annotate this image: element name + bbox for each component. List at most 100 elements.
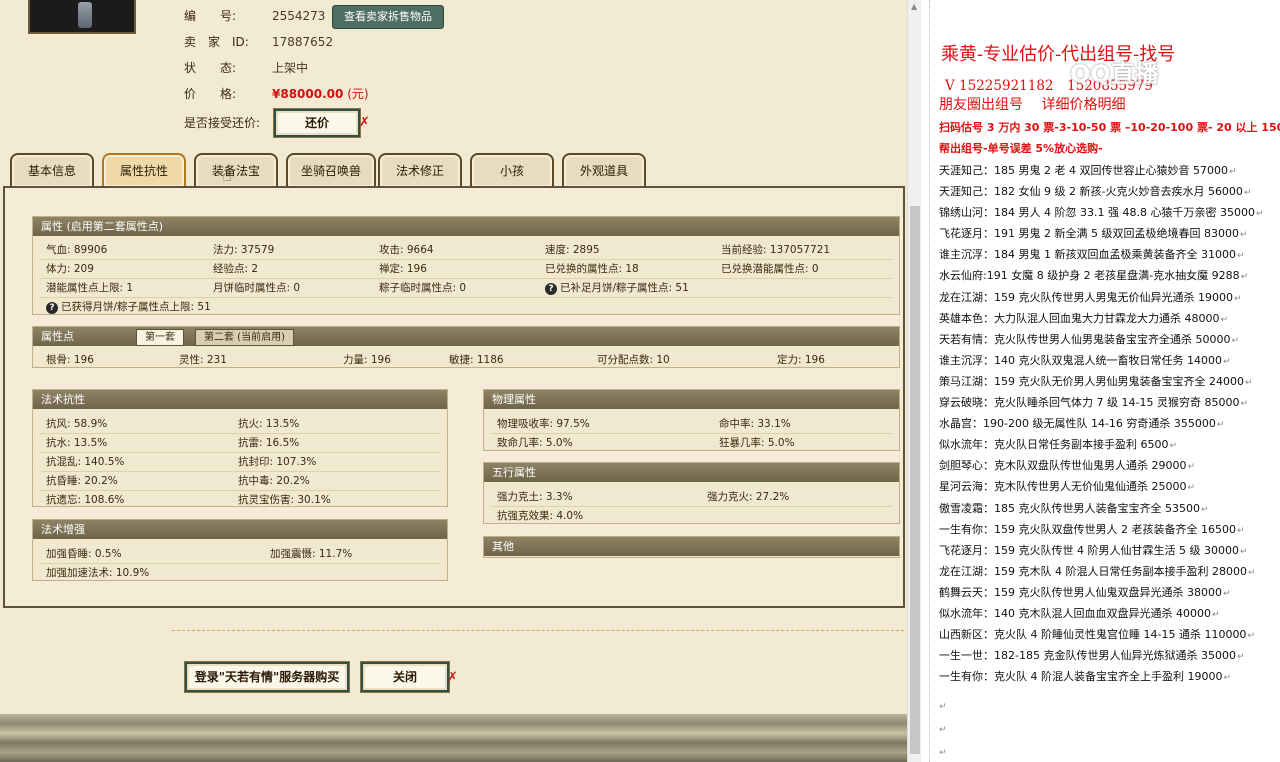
other-header: 其他 [484, 537, 899, 556]
points-spirit: 灵性: 231 [179, 354, 227, 366]
list-item: 天涯知己：185 男鬼 2 老 4 双回传世容止心猿妙音 57000↵ [939, 160, 1264, 181]
attributes-header: 属性 (启用第二套属性点) [33, 217, 899, 236]
help-icon[interactable]: ? [46, 302, 58, 314]
elem-vs-earth: 强力克土: 3.3% [497, 491, 573, 503]
divider [490, 433, 893, 434]
elements-group: 五行属性 强力克土: 3.3% 强力克火: 27.2% 抗强克效果: 4.0% [483, 462, 900, 524]
list-item: 似水流年：克火队日常任务副本接手盈利 6500↵ [939, 434, 1264, 455]
paragraph-mark-icon: ↵ [1244, 377, 1253, 388]
enhance-deter: 加强震慑: 11.7% [270, 548, 353, 560]
help-icon[interactable]: ? [545, 283, 557, 295]
seller-number-value: 2554273 [272, 9, 326, 23]
list-item: 穿云破晓：克火队睡杀回气体力 7 级 14-15 灵猴穷奇 85000↵ [939, 392, 1264, 413]
paragraph-mark-icon: ↵ [1247, 631, 1255, 642]
price-value: ¥88000.00 [272, 87, 344, 101]
status-value: 上架中 [272, 61, 309, 75]
scroll-up-arrow-icon[interactable]: ▲ [911, 2, 917, 11]
status-label: 状 态: [184, 61, 237, 75]
doc-promo-line-1: 扫码估号 3 万内 30 票-3-10-50 票 –10-20-100 票- 2… [939, 121, 1280, 134]
list-item-text: 一生一世：182-185 克金队传世男人仙异光炼狱通杀 35000 [939, 649, 1236, 663]
paragraph-mark-icon: ↵ [1236, 525, 1245, 536]
paragraph-mark-icon: ↵ [1169, 441, 1178, 452]
other-group: 其他 [483, 536, 900, 558]
paragraph-mark-icon: ↵ [1216, 420, 1225, 431]
list-item-text: 傲雪凌霜：185 克火队传世男人装备宝宝齐全 53500 [939, 501, 1200, 515]
list-item: 谁主沉浮：184 男鬼 1 新孩双回血孟极乘黄装备齐全 31000↵ [939, 244, 1264, 265]
list-item-text: 穿云破晓：克火队睡杀回气体力 7 级 14-15 灵猴穷奇 85000 [939, 396, 1240, 410]
tab-attributes[interactable]: 属性抗性 [102, 153, 186, 187]
scrollbar-thumb[interactable] [910, 206, 920, 754]
attr-mp: 法力: 37579 [213, 244, 275, 256]
enhance-haste: 加强加速法术: 10.9% [46, 567, 150, 579]
list-item-text: 龙在江湖：159 克木队 4 阶混人日常任务副本接手盈利 28000 [939, 564, 1247, 578]
decorative-border [0, 714, 907, 762]
seller-id-value: 17887652 [272, 35, 334, 49]
resist-lingbao: 抗灵宝伤害: 30.1% [238, 494, 331, 506]
list-item-text: 一生有你：159 克火队双盘传世男人 2 老孩装备齐全 16500 [939, 522, 1236, 536]
bargain-button[interactable]: 还价 [273, 108, 361, 138]
paragraph-mark-icon: ↵ [1211, 609, 1220, 620]
character-avatar [28, 0, 136, 34]
paragraph-mark-icon: ↵ [1236, 251, 1245, 262]
paragraph-mark-icon: ↵ [1187, 462, 1196, 473]
list-item-text: 飞花逐月：159 克火队传世 4 阶男人仙甘霖生活 5 级 30000 [939, 543, 1239, 557]
document-margin-line [929, 0, 930, 762]
attributes-group: 属性 (启用第二套属性点) 气血: 89906 法力: 37579 攻击: 96… [32, 216, 900, 315]
attr-obtained-cap: ? 已获得月饼/粽子属性点上限: 51 [46, 299, 211, 314]
divider [490, 506, 893, 507]
price-label: 价 格: [184, 87, 237, 101]
divider [39, 259, 893, 260]
seller-id-row: 卖 家 ID: 17887652 [184, 32, 333, 52]
list-item: 鹤舞云天：159 克火队传世男人仙鬼双盘异光通杀 38000↵ [939, 582, 1264, 603]
list-item-text: 天涯知己：182 女仙 9 级 2 新孩-火克火妙音去疾水月 56000 [939, 185, 1243, 199]
tab-appearance[interactable]: 外观道具 [562, 153, 646, 187]
paragraph-mark-icon: ↵ [1239, 546, 1248, 557]
points-focus: 定力: 196 [777, 354, 825, 366]
resist-seal: 抗封印: 107.3% [238, 456, 317, 468]
resist-forget: 抗遗忘: 108.6% [46, 494, 125, 506]
attr-zen: 禅定: 196 [379, 263, 427, 275]
list-item: 山西新区：克火队 4 阶睡仙灵性鬼宫位睡 14-15 通杀 110000↵ [939, 624, 1264, 645]
paragraph-mark-icon: ↵ [1239, 230, 1248, 241]
paragraph-mark-icon: ↵ [939, 748, 947, 758]
view-seller-items-button[interactable]: 查看卖家拆售物品 [332, 5, 444, 29]
list-item-text: 飞花逐月：191 男鬼 2 新全满 5 级双回孟极绝境春回 83000 [939, 227, 1239, 241]
list-item: 飞花逐月：191 男鬼 2 新全满 5 级双回孟极绝境春回 83000↵ [939, 223, 1264, 244]
close-x-icon: ✗ [447, 670, 458, 685]
seller-number-row: 编 号: 2554273 [184, 6, 325, 26]
tab-mounts-pets[interactable]: 坐骑召唤兽 [286, 153, 376, 187]
physical-group: 物理属性 物理吸收率: 97.5% 命中率: 33.1% 致命几率: 5.0% … [483, 389, 900, 451]
paragraph-mark-icon: ↵ [1243, 188, 1252, 199]
resist-poison: 抗中毒: 20.2% [238, 475, 310, 487]
tab-child[interactable]: 小孩 [470, 153, 554, 187]
close-button[interactable]: 关闭 [360, 661, 450, 693]
dashed-divider [172, 630, 904, 631]
elem-resist-counter: 抗强克效果: 4.0% [497, 510, 584, 522]
list-item: 谁主沉浮：140 克火队双鬼混人统一畜牧日常任务 14000↵ [939, 350, 1264, 371]
paragraph-mark-icon: ↵ [1233, 293, 1242, 304]
vertical-scrollbar[interactable]: ▲ [907, 0, 921, 762]
tab-basic-info[interactable]: 基本信息 [10, 153, 94, 187]
paragraph-mark-icon: ↵ [1228, 167, 1237, 177]
paragraph-mark-icon: ↵ [1220, 314, 1229, 325]
tab-spell-correction[interactable]: 法术修正 [378, 153, 462, 187]
paragraph-mark-icon: ↵ [1247, 567, 1256, 578]
points-unassigned: 可分配点数: 10 [597, 354, 670, 366]
list-item: 水晶宫：190-200 级无属性队 14-16 穷奇通杀 355000↵ [939, 413, 1264, 434]
list-item: 英雄本色：大力队混人回血鬼大力甘霖龙大力通杀 48000↵ [939, 308, 1264, 329]
list-item-text: 似水流年：140 克木队混人回血血双盘异光通杀 40000 [939, 606, 1211, 620]
enhance-sleep: 加强昏睡: 0.5% [46, 548, 122, 560]
spell-resist-group: 法术抗性 抗风: 58.9% 抗火: 13.5% 抗水: 13.5% 抗雷: 1… [32, 389, 448, 507]
tab-equipment[interactable]: 装备法宝 [194, 153, 278, 187]
list-item: 锦绣山河：184 男人 4 阶忽 33.1 强 48.8 心猿千万亲密 3500… [939, 202, 1264, 223]
bargain-label: 是否接受还价: [184, 116, 261, 130]
points-tab-second[interactable]: 第二套 (当前启用) [195, 329, 294, 346]
divider [39, 297, 893, 298]
attr-filled-points-text: 已补足月饼/粽子属性点: 51 [560, 282, 689, 294]
list-item: 飞花逐月：159 克火队传世 4 阶男人仙甘霖生活 5 级 30000↵ [939, 540, 1264, 561]
list-item: 剑胆琴心：克木队双盘队传世仙鬼男人通杀 29000↵ [939, 455, 1264, 476]
points-tab-first[interactable]: 第一套 [136, 329, 184, 346]
spell-enhance-header: 法术增强 [33, 520, 447, 539]
list-item-text: 星河云海：克木队传世男人无价仙鬼仙通杀 25000 [939, 480, 1187, 494]
login-server-buy-button[interactable]: 登录"天若有情"服务器购买 [184, 661, 350, 693]
